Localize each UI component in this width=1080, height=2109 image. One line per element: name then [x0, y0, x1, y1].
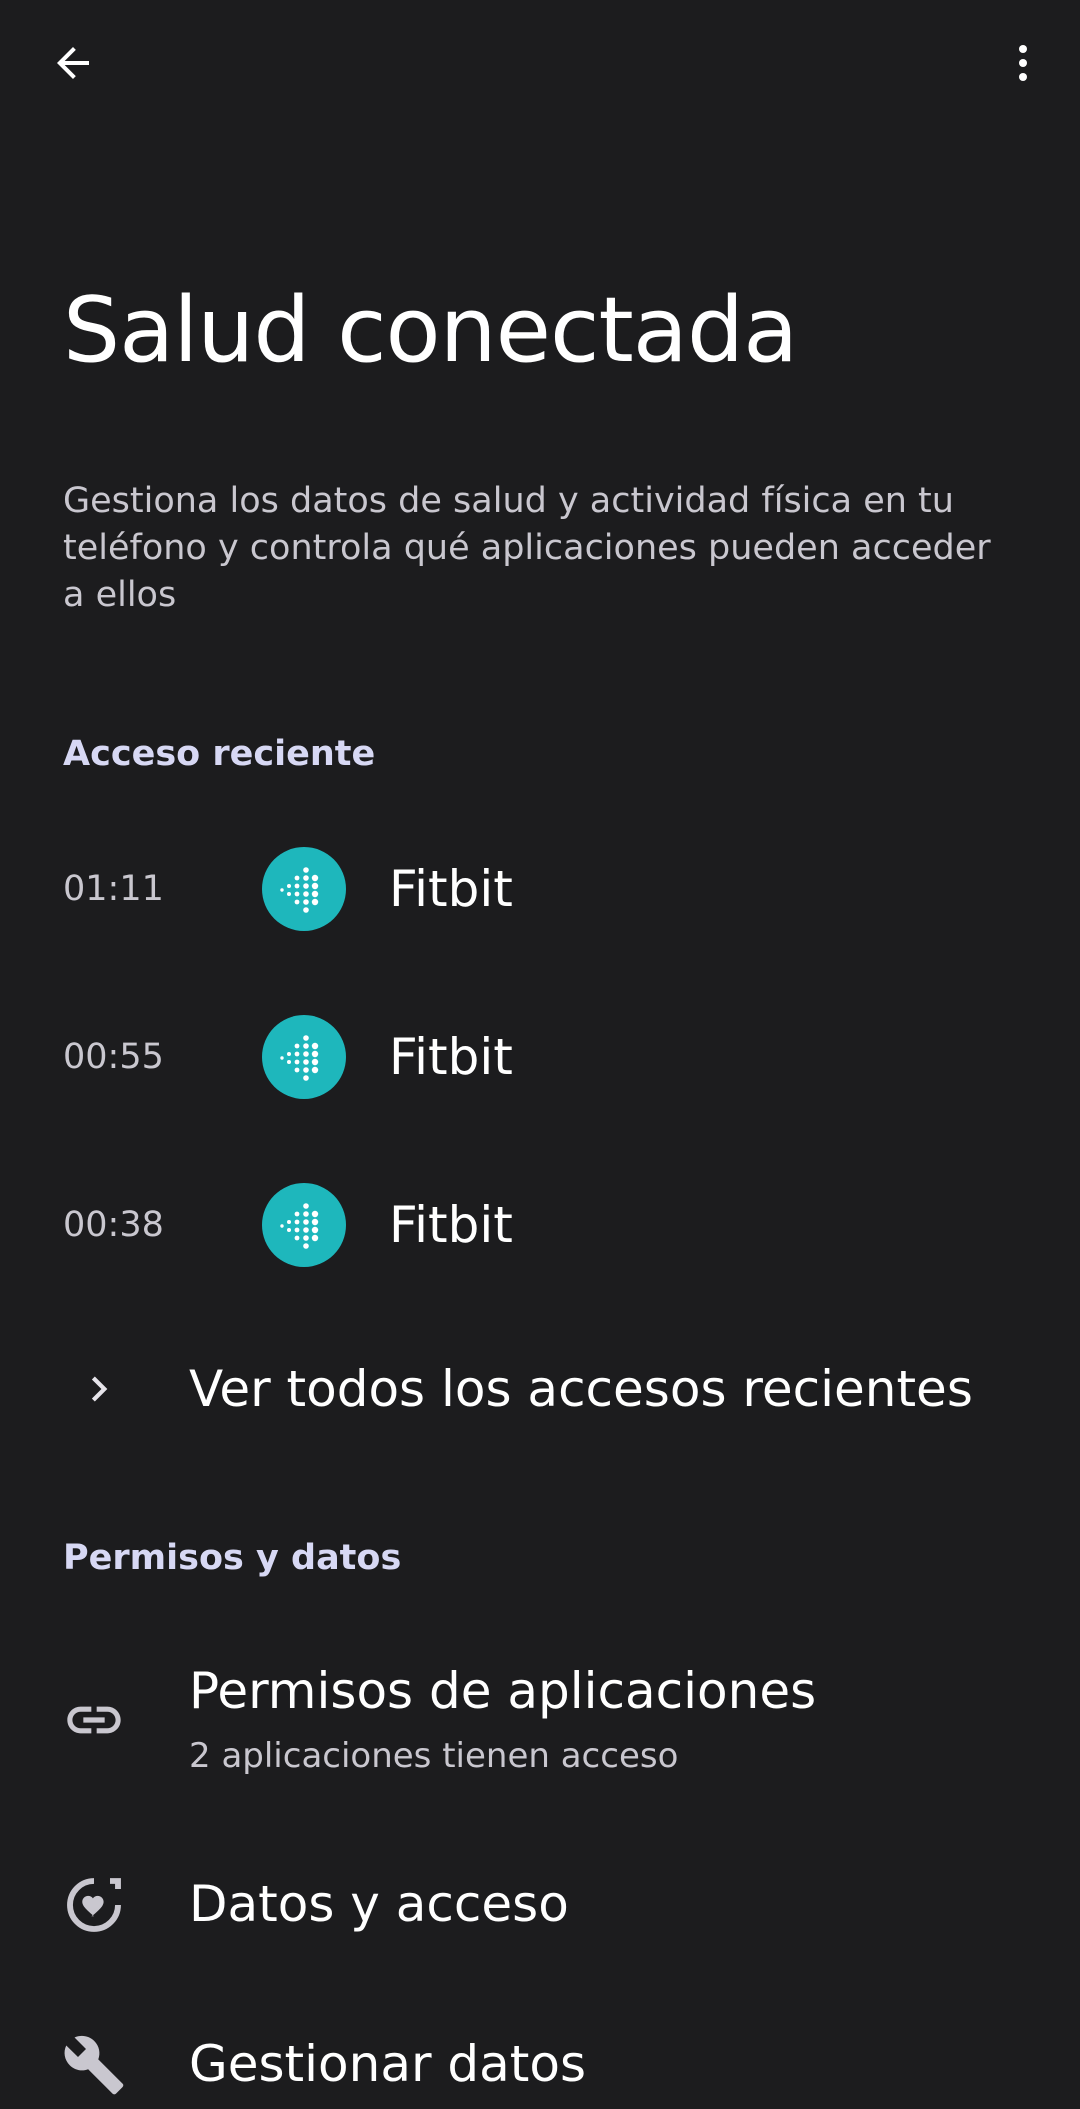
- app-name: Fitbit: [389, 1196, 513, 1254]
- menu-item-label: Permisos de aplicaciones: [189, 1662, 817, 1720]
- recent-access-item[interactable]: 00:55 Fitbit: [0, 982, 1080, 1132]
- menu-item-label: Gestionar datos: [189, 2035, 587, 2093]
- fitbit-icon: [262, 1183, 346, 1267]
- see-all-label: Ver todos los accesos recientes: [189, 1360, 973, 1418]
- menu-item-subtitle: 2 aplicaciones tienen acceso: [189, 1736, 679, 1776]
- section-header-permissions: Permisos y datos: [63, 1538, 402, 1578]
- more-options-button[interactable]: [982, 22, 1064, 104]
- more-vert-icon: [1019, 45, 1027, 81]
- recent-access-item[interactable]: 00:38 Fitbit: [0, 1150, 1080, 1300]
- page-title: Salud conectada: [63, 278, 798, 383]
- menu-item-app-permissions[interactable]: Permisos de aplicaciones 2 aplicaciones …: [0, 1630, 1080, 1810]
- page-description: Gestiona los datos de salud y actividad …: [63, 481, 991, 615]
- access-time: 00:55: [63, 1037, 164, 1077]
- see-all-recent-access-link[interactable]: Ver todos los accesos recientes: [0, 1314, 1080, 1464]
- fitbit-icon: [262, 1015, 346, 1099]
- section-header-recent-access: Acceso reciente: [63, 734, 376, 774]
- chevron-right-icon: [91, 1376, 108, 1402]
- access-time: 01:11: [63, 869, 164, 909]
- menu-item-data-and-access[interactable]: Datos y acceso: [0, 1830, 1080, 1980]
- health-data-icon: [67, 1878, 121, 1932]
- app-name: Fitbit: [389, 1028, 513, 1086]
- link-icon: [67, 1706, 121, 1734]
- app-name: Fitbit: [389, 860, 513, 918]
- wrench-icon: [64, 2035, 124, 2095]
- back-button[interactable]: [32, 22, 114, 104]
- fitbit-icon: [262, 847, 346, 931]
- menu-item-label: Datos y acceso: [189, 1875, 569, 1933]
- access-time: 00:38: [63, 1205, 164, 1245]
- arrow-back-icon: [57, 47, 89, 79]
- recent-access-item[interactable]: 01:11 Fitbit: [0, 814, 1080, 964]
- menu-item-manage-data[interactable]: Gestionar datos: [0, 1990, 1080, 2109]
